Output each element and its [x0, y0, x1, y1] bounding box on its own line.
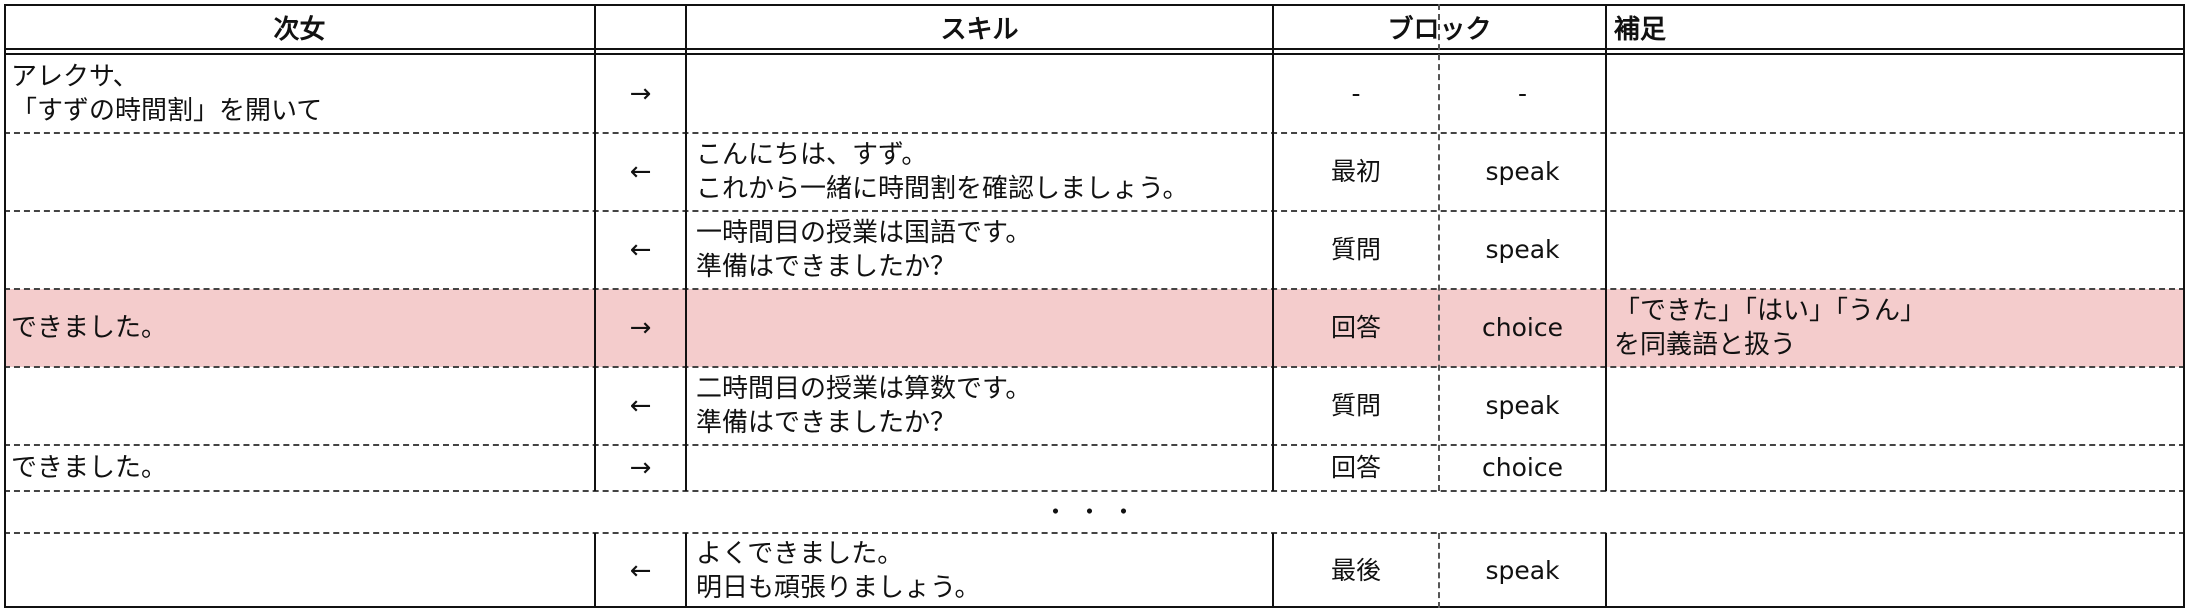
block-type: speak	[1485, 555, 1560, 585]
skill-line	[686, 445, 1273, 491]
note	[1606, 211, 2185, 289]
note	[1606, 55, 2185, 133]
ellipsis-row: ・・・	[4, 491, 2185, 533]
block-phase: 質問	[1330, 391, 1381, 420]
table-row: ← よくできました。 明日も頑張りましょう。 最後 speak	[4, 533, 2185, 608]
column-divider	[1272, 533, 1274, 608]
block-type: speak	[1485, 235, 1560, 264]
row-divider	[4, 288, 2185, 290]
note	[1606, 367, 2185, 445]
table-header: 次女 スキル ブロック 補足	[4, 4, 2185, 50]
row-divider	[4, 532, 2185, 534]
girl-line: できました。	[11, 313, 168, 343]
direction-arrow: ←	[629, 555, 652, 586]
table-row-highlighted: できました。 → 回答 choice 「できた」「はい」「うん」 を同義語と扱う	[4, 289, 2185, 367]
table-row: ← 二時間目の授業は算数です。 準備はできましたか？ 質問 speak	[4, 367, 2185, 445]
table-bottom-border	[4, 606, 2185, 608]
direction-arrow: →	[629, 79, 652, 109]
direction-arrow: →	[629, 453, 652, 483]
header-divider	[4, 53, 2185, 55]
note	[1606, 533, 2185, 608]
note: 「できた」「はい」「うん」 を同義語と扱う	[1614, 296, 1927, 360]
header-arrow	[595, 4, 686, 50]
column-divider	[1438, 4, 1440, 491]
block-type: speak	[1485, 157, 1560, 186]
table-top-border	[4, 4, 2185, 6]
block-type: speak	[1485, 391, 1560, 420]
direction-arrow: ←	[629, 235, 652, 265]
column-divider	[685, 533, 687, 608]
skill-line: こんにちは、すず。 これから一緒に時間割を確認しましょう。	[696, 140, 1189, 204]
direction-arrow: ←	[629, 391, 652, 421]
girl-line: アレクサ、 「すずの時間割」を開いて	[11, 62, 323, 126]
girl-line	[4, 367, 595, 445]
block-type: choice	[1482, 313, 1563, 342]
note	[1606, 445, 2185, 491]
block-phase: 最初	[1330, 157, 1381, 186]
skill-line: 一時間目の授業は国語です。 準備はできましたか？	[696, 218, 1032, 282]
table-right-border	[2183, 4, 2185, 608]
block-phase: 最後	[1330, 555, 1381, 585]
column-divider	[1438, 533, 1440, 608]
skill-line: 二時間目の授業は算数です。 準備はできましたか？	[696, 374, 1032, 438]
block-phase: 回答	[1330, 453, 1381, 482]
column-divider	[685, 4, 687, 491]
header-divider	[4, 48, 2185, 50]
block-phase: 質問	[1330, 235, 1381, 264]
girl-line	[4, 211, 595, 289]
row-divider	[4, 366, 2185, 368]
table-left-border	[4, 4, 6, 608]
column-divider	[1605, 533, 1607, 608]
header-skill: スキル	[940, 14, 1019, 45]
row-divider	[4, 132, 2185, 134]
table-row: できました。 → 回答 choice	[4, 445, 2185, 491]
column-divider	[594, 4, 596, 491]
direction-arrow: ←	[629, 157, 652, 187]
girl-line	[4, 133, 595, 211]
girl-line	[4, 533, 595, 608]
header-girl: 次女	[273, 14, 326, 45]
table-row: アレクサ、 「すずの時間割」を開いて → - -	[4, 55, 2185, 133]
direction-arrow: →	[629, 313, 652, 343]
table-row: ← こんにちは、すず。 これから一緒に時間割を確認しましょう。 最初 speak	[4, 133, 2185, 211]
column-divider	[1605, 4, 1607, 491]
header-note: 補足	[1614, 14, 1667, 45]
dialogue-table: 次女 スキル ブロック 補足 アレクサ、 「すずの時間割」を開いて → - - …	[4, 4, 2185, 608]
block-type: -	[1517, 79, 1528, 108]
row-divider	[4, 490, 2185, 492]
row-divider	[4, 444, 2185, 446]
row-divider	[4, 210, 2185, 212]
note	[1606, 133, 2185, 211]
girl-line: できました。	[11, 453, 168, 483]
skill-line	[686, 55, 1273, 133]
block-type: choice	[1482, 453, 1563, 482]
block-phase: 回答	[1330, 313, 1381, 342]
skill-line: よくできました。 明日も頑張りましょう。	[696, 538, 981, 603]
ellipsis: ・・・	[1043, 498, 1146, 526]
column-divider	[1272, 4, 1274, 491]
block-phase: -	[1351, 79, 1361, 108]
table-row: ← 一時間目の授業は国語です。 準備はできましたか？ 質問 speak	[4, 211, 2185, 289]
column-divider	[594, 533, 596, 608]
skill-line	[686, 289, 1273, 367]
